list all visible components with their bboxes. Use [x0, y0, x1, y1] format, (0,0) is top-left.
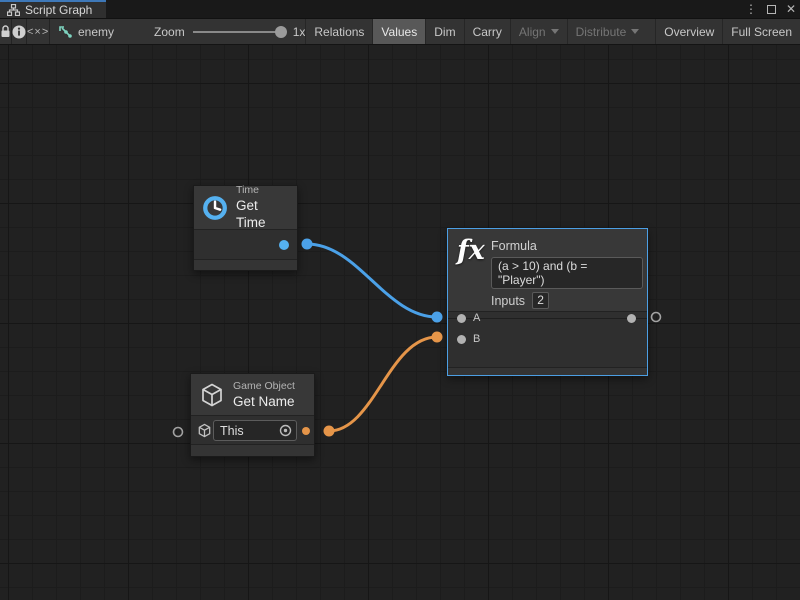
- tab-title: Script Graph: [25, 3, 92, 17]
- clock-icon: [202, 194, 228, 222]
- lock-icon: [0, 25, 11, 38]
- formula-body: A B: [448, 311, 647, 367]
- values-button[interactable]: Values: [372, 19, 425, 44]
- get-time-titles: Time Get Time: [236, 184, 287, 231]
- node-title: Get Name: [233, 393, 295, 410]
- node-get-time[interactable]: Time Get Time: [193, 185, 298, 271]
- node-get-name[interactable]: Game Object Get Name This: [190, 373, 315, 457]
- zoom-level: 1x: [293, 25, 306, 39]
- get-time-footer: [194, 259, 297, 270]
- formula-fx-icon: fx: [457, 235, 485, 266]
- get-time-output-port[interactable]: [279, 240, 289, 250]
- chevron-down-icon: [631, 29, 639, 34]
- inputs-label: Inputs: [491, 294, 525, 308]
- get-name-body: This: [191, 415, 314, 444]
- node-title: Get Time: [236, 197, 287, 231]
- code-icon: <×>: [27, 26, 49, 38]
- maximize-icon[interactable]: [767, 5, 776, 14]
- distribute-label: Distribute: [576, 25, 627, 39]
- port-label-a: A: [473, 312, 480, 324]
- node-category: Game Object: [233, 380, 295, 393]
- formula-header: fx Formula (a > 10) and (b = "Player") I…: [448, 229, 647, 311]
- close-icon[interactable]: ✕: [786, 0, 796, 19]
- node-category: Time: [236, 184, 287, 197]
- chevron-down-icon: [551, 29, 559, 34]
- formula-expression-input[interactable]: (a > 10) and (b = "Player"): [491, 257, 643, 289]
- inputs-count-field[interactable]: 2: [532, 292, 549, 309]
- formula-input-port-a[interactable]: [457, 314, 466, 323]
- graph-name-label: enemy: [78, 25, 114, 39]
- zoom-slider-handle[interactable]: [275, 26, 287, 38]
- zoom-control: Zoom 1x: [124, 19, 305, 44]
- script-graph-window: Script Graph ⋮ ✕ <×>: [0, 0, 800, 600]
- align-label: Align: [519, 25, 546, 39]
- info-button[interactable]: [12, 19, 27, 44]
- formula-inputs-row: Inputs 2: [491, 292, 549, 309]
- tab-bar: Script Graph ⋮ ✕: [0, 0, 800, 19]
- get-time-header: Time Get Time: [194, 186, 297, 229]
- graph-asset-selector[interactable]: enemy: [53, 19, 124, 44]
- get-name-header: Game Object Get Name: [191, 374, 314, 415]
- object-picker-icon[interactable]: [279, 424, 292, 437]
- cube-port-icon: [197, 423, 212, 438]
- graph-hierarchy-icon: [7, 4, 20, 16]
- get-name-output-port[interactable]: [302, 427, 310, 435]
- align-dropdown[interactable]: Align: [510, 19, 567, 44]
- info-icon: [12, 25, 26, 39]
- relations-button[interactable]: Relations: [305, 19, 372, 44]
- port-label-b: B: [473, 333, 480, 345]
- distribute-dropdown[interactable]: Distribute: [567, 19, 648, 44]
- carry-button[interactable]: Carry: [464, 19, 510, 44]
- overview-button[interactable]: Overview: [655, 19, 722, 44]
- formula-input-port-b[interactable]: [457, 335, 466, 344]
- node-title: Formula: [491, 239, 537, 253]
- dim-button[interactable]: Dim: [425, 19, 463, 44]
- get-name-titles: Game Object Get Name: [233, 380, 295, 410]
- fullscreen-button[interactable]: Full Screen: [722, 19, 800, 44]
- zoom-slider[interactable]: [193, 31, 285, 33]
- formula-footer: [448, 367, 647, 375]
- graph-asset-icon: [58, 25, 73, 39]
- get-time-body: [194, 229, 297, 259]
- window-menu-icon[interactable]: ⋮: [745, 0, 757, 19]
- cube-icon: [199, 382, 225, 408]
- lock-button[interactable]: [0, 19, 12, 44]
- graph-toolbar: <×> enemy Zoom 1x Relations Values Dim C…: [0, 19, 800, 45]
- formula-output-port[interactable]: [627, 314, 636, 323]
- toolbar-buttons: Relations Values Dim Carry Align Distrib…: [305, 19, 800, 44]
- node-formula[interactable]: fx Formula (a > 10) and (b = "Player") I…: [447, 228, 648, 376]
- window-controls: ⋮ ✕: [745, 0, 796, 19]
- target-value: This: [220, 424, 279, 438]
- code-preview-button[interactable]: <×>: [27, 19, 50, 44]
- tab-script-graph[interactable]: Script Graph: [0, 0, 106, 18]
- get-name-footer: [191, 444, 314, 456]
- target-object-field[interactable]: This: [213, 420, 297, 441]
- zoom-label: Zoom: [154, 25, 185, 39]
- graph-canvas[interactable]: [0, 45, 800, 600]
